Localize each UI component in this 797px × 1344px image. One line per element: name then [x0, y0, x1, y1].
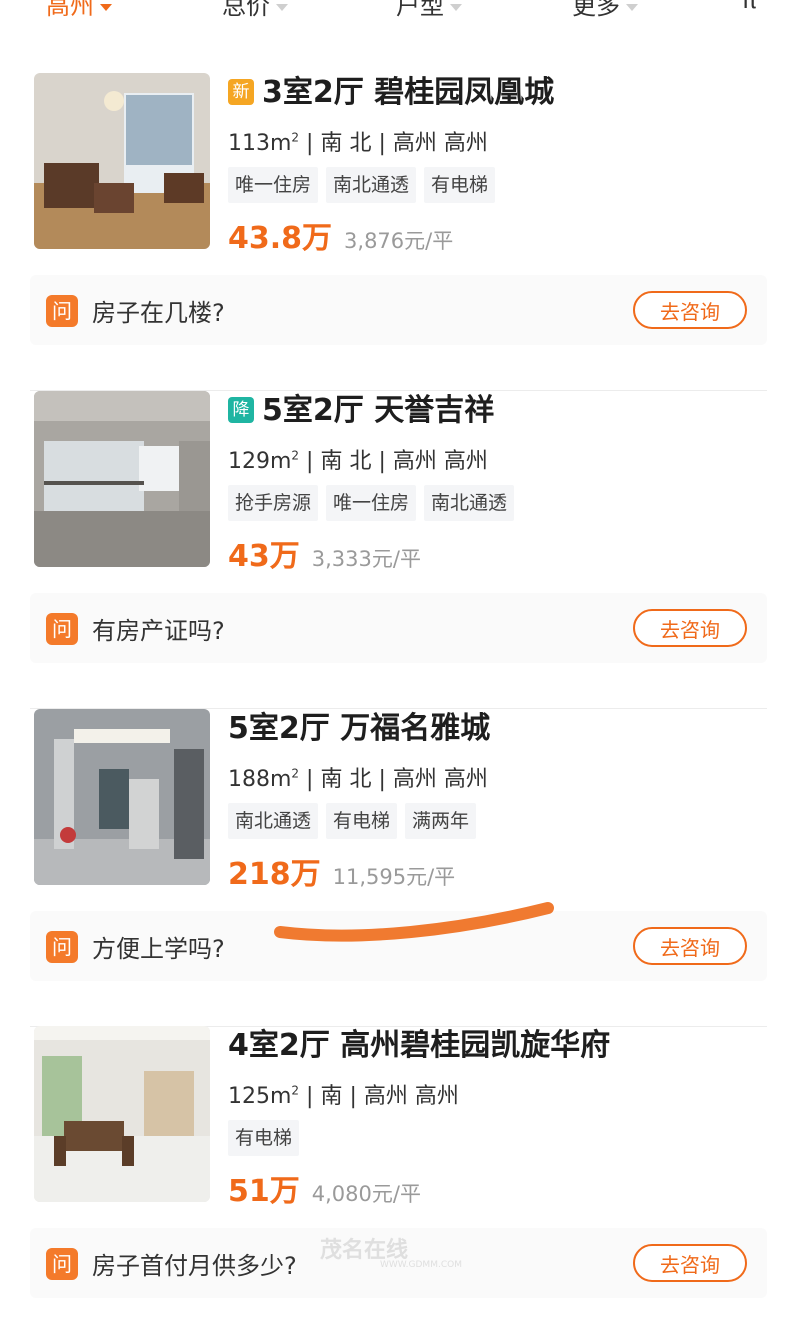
listing-title-text: 5室2厅 天誉吉祥 — [262, 393, 495, 428]
listing-tags: 南北通透 有电梯 满两年 — [228, 803, 477, 839]
tag: 有电梯 — [228, 1120, 300, 1156]
tag: 唯一住房 — [326, 485, 417, 521]
unit-price: 3,876元/平 — [344, 229, 454, 253]
filter-bar: 高州 总价 户型 更多 π — [0, 0, 797, 20]
consult-button[interactable]: 去咨询 — [633, 927, 747, 965]
question-row[interactable]: 问 方便上学吗? 去咨询 — [30, 911, 767, 981]
tag: 有电梯 — [326, 803, 398, 839]
unit-price: 4,080元/平 — [311, 1182, 421, 1206]
listing-title-text: 5室2厅 万福名雅城 — [228, 711, 491, 746]
consult-button[interactable]: 去咨询 — [633, 1244, 747, 1282]
total-price: 51万 — [228, 1174, 300, 1209]
question-text: 方便上学吗? — [92, 935, 225, 963]
unit-price: 11,595元/平 — [332, 865, 456, 889]
listing-meta-text: | 南 北 | 高州 高州 — [299, 767, 488, 792]
filter-district[interactable]: 高州 — [46, 0, 112, 21]
unit-price: 3,333元/平 — [311, 547, 421, 571]
chevron-down-icon — [626, 3, 638, 11]
filter-layout[interactable]: 户型 — [396, 0, 462, 21]
tag: 唯一住房 — [228, 167, 319, 203]
chevron-down-icon — [276, 3, 288, 11]
listing-meta-text: | 南 | 高州 高州 — [299, 1084, 459, 1109]
consult-button[interactable]: 去咨询 — [633, 291, 747, 329]
chevron-down-icon — [450, 3, 462, 11]
area-unit-sup: 2 — [291, 130, 300, 145]
total-price: 218万 — [228, 857, 321, 892]
listing-title[interactable]: 新 3室2厅 碧桂园凤凰城 — [228, 73, 554, 113]
listing-area: 113m — [228, 131, 292, 156]
tag: 有电梯 — [424, 167, 496, 203]
tag: 南北通透 — [326, 167, 417, 203]
new-badge: 新 — [228, 79, 254, 105]
filter-layout-label: 户型 — [396, 0, 444, 20]
listing-photo — [34, 73, 210, 249]
sort-icon: π — [742, 0, 757, 14]
listing-card[interactable]: 新 3室2厅 碧桂园凤凰城 113m2 | 南 北 | 高州 高州 唯一住房 南北… — [0, 73, 797, 391]
price-row: 43.8万 3,876元/平 — [228, 213, 454, 256]
filter-total-price-label: 总价 — [222, 0, 270, 20]
area-unit-sup: 2 — [291, 448, 300, 463]
filter-sort[interactable]: π — [742, 0, 756, 14]
listing-tags: 有电梯 — [228, 1120, 300, 1156]
listing-tags: 唯一住房 南北通透 有电梯 — [228, 167, 496, 203]
tag: 南北通透 — [424, 485, 515, 521]
total-price: 43.8万 — [228, 221, 333, 256]
listing-meta: 188m2 | 南 北 | 高州 高州 — [228, 761, 488, 793]
price-row: 43万 3,333元/平 — [228, 531, 421, 574]
question-row[interactable]: 问 有房产证吗? 去咨询 — [30, 593, 767, 663]
listing-card[interactable]: 4室2厅 高州碧桂园凯旋华府 125m2 | 南 | 高州 高州 有电梯 51万… — [0, 1026, 797, 1344]
question-icon: 问 — [46, 613, 78, 645]
question-icon: 问 — [46, 295, 78, 327]
listing-photo — [34, 1026, 210, 1202]
filter-total-price[interactable]: 总价 — [222, 0, 288, 21]
listing-title[interactable]: 5室2厅 万福名雅城 — [228, 709, 490, 749]
total-price: 43万 — [228, 539, 300, 574]
listing-title-text: 3室2厅 碧桂园凤凰城 — [262, 75, 555, 110]
listing-title[interactable]: 4室2厅 高州碧桂园凯旋华府 — [228, 1026, 610, 1066]
listing-meta: 113m2 | 南 北 | 高州 高州 — [228, 125, 488, 157]
question-icon: 问 — [46, 1248, 78, 1280]
filter-more-label: 更多 — [572, 0, 620, 20]
price-row: 51万 4,080元/平 — [228, 1166, 421, 1209]
listing-title-text: 4室2厅 高州碧桂园凯旋华府 — [228, 1028, 611, 1063]
listing-card[interactable]: 5室2厅 万福名雅城 188m2 | 南 北 | 高州 高州 南北通透 有电梯 … — [0, 709, 797, 1027]
listing-card[interactable]: 降 5室2厅 天誉吉祥 129m2 | 南 北 | 高州 高州 抢手房源 唯一住房… — [0, 391, 797, 709]
watermark: 茂名在线 WWW.GDMM.COM — [320, 1232, 462, 1270]
listing-area: 125m — [228, 1084, 292, 1109]
price-drop-badge: 降 — [228, 397, 254, 423]
listing-photo — [34, 391, 210, 567]
question-text: 房子在几楼? — [92, 299, 225, 327]
listing-area: 188m — [228, 767, 292, 792]
listing-meta: 129m2 | 南 北 | 高州 高州 — [228, 443, 488, 475]
area-unit-sup: 2 — [291, 766, 300, 781]
question-text: 有房产证吗? — [92, 617, 225, 645]
tag: 抢手房源 — [228, 485, 319, 521]
listing-area: 129m — [228, 449, 292, 474]
price-row: 218万 11,595元/平 — [228, 849, 456, 892]
listing-photo — [34, 709, 210, 885]
consult-button[interactable]: 去咨询 — [633, 609, 747, 647]
listing-tags: 抢手房源 唯一住房 南北通透 — [228, 485, 515, 521]
chevron-down-icon — [100, 3, 112, 11]
question-text: 房子首付月供多少? — [92, 1252, 297, 1280]
question-row[interactable]: 问 房子在几楼? 去咨询 — [30, 275, 767, 345]
tag: 南北通透 — [228, 803, 319, 839]
listing-title[interactable]: 降 5室2厅 天誉吉祥 — [228, 391, 494, 431]
listing-meta: 125m2 | 南 | 高州 高州 — [228, 1078, 459, 1110]
listing-meta-text: | 南 北 | 高州 高州 — [299, 449, 488, 474]
filter-district-label: 高州 — [46, 0, 94, 20]
filter-more[interactable]: 更多 — [572, 0, 638, 21]
area-unit-sup: 2 — [291, 1083, 300, 1098]
question-icon: 问 — [46, 931, 78, 963]
watermark-url: WWW.GDMM.COM — [380, 1260, 462, 1270]
listing-meta-text: | 南 北 | 高州 高州 — [299, 131, 488, 156]
tag: 满两年 — [405, 803, 477, 839]
